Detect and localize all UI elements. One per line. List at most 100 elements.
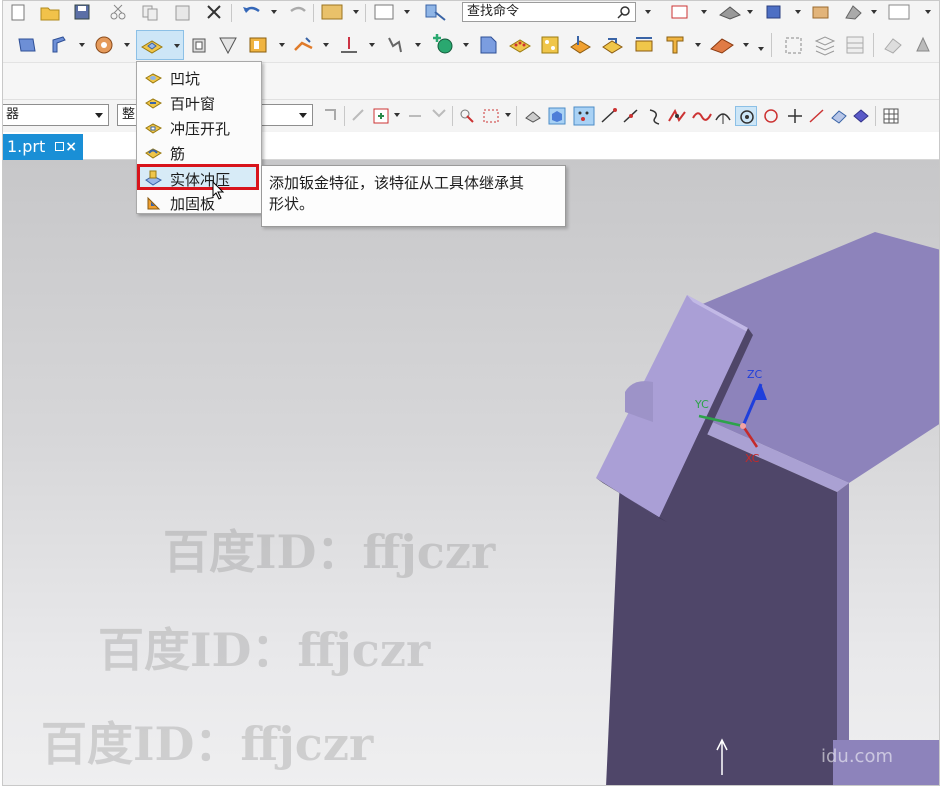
- snap-points-icon[interactable]: [573, 106, 595, 126]
- thicken-icon[interactable]: [632, 33, 656, 57]
- display-mode-icon[interactable]: [718, 3, 744, 21]
- existing-point-icon[interactable]: [785, 106, 805, 126]
- trim-body-icon[interactable]: [663, 33, 689, 57]
- point-icon[interactable]: [431, 32, 457, 58]
- tab-label: 1.prt: [7, 137, 46, 156]
- command-tooltip: 添加钣金特征，该特征从工具体继承其 形状。: [261, 165, 566, 227]
- intersection-point-icon[interactable]: [667, 106, 689, 126]
- watermark: 百度ID：ffjczr: [163, 525, 496, 579]
- selection-options-icon[interactable]: [321, 106, 341, 126]
- delete-icon[interactable]: [205, 3, 223, 21]
- corner-watermark: idu.com: [821, 746, 893, 767]
- shaded-view-icon[interactable]: [763, 3, 785, 21]
- pattern-icon[interactable]: [538, 33, 562, 57]
- save-icon[interactable]: [73, 3, 91, 21]
- follow-selection-icon[interactable]: [349, 106, 369, 126]
- tangent-point-icon[interactable]: [713, 106, 733, 126]
- grid-icon[interactable]: [881, 106, 901, 126]
- punch-dropdown-button[interactable]: [136, 30, 184, 60]
- menu-item-louver[interactable]: 百叶窗: [139, 90, 259, 114]
- window-icon[interactable]: [373, 3, 395, 21]
- rectangle-select-icon[interactable]: [481, 106, 501, 126]
- xc-axis-label: XC: [745, 452, 760, 465]
- redo-icon[interactable]: [287, 3, 309, 21]
- selection-filter-icon[interactable]: [669, 3, 691, 21]
- tab-icon[interactable]: [16, 35, 38, 55]
- louver-icon: [145, 98, 162, 109]
- quick-access-toolbar: 查找命令: [3, 1, 939, 27]
- blend-icon[interactable]: [708, 33, 736, 57]
- flange-icon[interactable]: [49, 34, 71, 56]
- type-filter-combo[interactable]: 器: [3, 104, 109, 126]
- visualization-icon[interactable]: [843, 3, 865, 21]
- copy-icon[interactable]: [140, 3, 160, 21]
- mirror-icon[interactable]: [568, 33, 594, 57]
- new-file-icon[interactable]: [9, 3, 27, 21]
- bead-icon: [145, 148, 162, 159]
- extrude-cut-icon[interactable]: [189, 34, 211, 56]
- repeat-command-icon[interactable]: [320, 2, 346, 22]
- tab-part-file[interactable]: 1.prt ×: [3, 134, 83, 160]
- curve-rules-icon[interactable]: [371, 106, 391, 126]
- menu-item-gusset[interactable]: 加固板: [139, 190, 259, 214]
- layer-icon[interactable]: [813, 33, 837, 57]
- highlight-box: [137, 164, 259, 190]
- open-folder-icon[interactable]: [39, 3, 61, 21]
- chevron-down-icon: [95, 113, 103, 118]
- corner-icon[interactable]: [217, 34, 239, 56]
- punch-feature-icon: [141, 40, 163, 54]
- cut-icon[interactable]: [108, 3, 128, 21]
- mouse-cursor-icon: [212, 181, 225, 200]
- flat-pattern-icon[interactable]: [337, 34, 361, 56]
- watermark: 百度ID：ffjczr: [41, 717, 374, 771]
- yc-axis-label: YC: [694, 398, 709, 411]
- menu-item-dimple[interactable]: 凹坑: [139, 65, 259, 89]
- drawn-cutout-icon: [145, 123, 162, 134]
- tooltip-text-line-2: 形状。: [269, 195, 315, 213]
- search-icon[interactable]: [617, 5, 631, 19]
- combine-icon[interactable]: [600, 33, 626, 57]
- end-point-icon[interactable]: [599, 106, 619, 126]
- command-search-input[interactable]: 查找命令: [462, 2, 636, 22]
- window-layout-icon[interactable]: [887, 3, 913, 21]
- point-on-curve-icon[interactable]: [807, 106, 827, 126]
- tooltip-text-line-1: 添加钣金特征，该特征从工具体继承其: [269, 174, 525, 192]
- arc-center-toggle[interactable]: [735, 106, 757, 126]
- command-finder-icon[interactable]: [423, 2, 449, 22]
- contour-flange-icon[interactable]: [93, 34, 115, 56]
- close-icon[interactable]: ×: [65, 134, 77, 160]
- table-icon[interactable]: [843, 33, 867, 57]
- spline-point-icon[interactable]: [691, 106, 713, 126]
- menu-item-bead[interactable]: 筋: [139, 140, 259, 164]
- gusset-icon: [147, 196, 161, 210]
- bounded-grid-icon[interactable]: [851, 106, 871, 126]
- path-select-icon[interactable]: [429, 106, 449, 126]
- stop-at-intersection-icon[interactable]: [405, 106, 425, 126]
- bend-icon[interactable]: [246, 33, 272, 57]
- convert-to-sheet-icon[interactable]: [477, 34, 499, 56]
- eraser-icon[interactable]: [881, 33, 905, 57]
- unbend-icon[interactable]: [292, 34, 316, 56]
- part-model[interactable]: ZC YC XC: [3, 160, 940, 786]
- type-filter-value: 器: [6, 107, 20, 122]
- dimple-icon: [145, 73, 162, 84]
- zc-axis-label: ZC: [747, 368, 763, 381]
- sheet-metal-toolbar: [3, 27, 939, 63]
- dock-icon[interactable]: [55, 142, 64, 151]
- weld-icon[interactable]: [911, 33, 937, 57]
- material-icon[interactable]: [810, 3, 832, 21]
- mid-point-icon[interactable]: [621, 106, 641, 126]
- paste-icon[interactable]: [173, 3, 193, 21]
- face-select-icon[interactable]: [523, 106, 543, 126]
- array-icon[interactable]: [508, 34, 532, 56]
- body-select-icon[interactable]: [547, 106, 567, 126]
- graphics-viewport[interactable]: ZC YC XC 百度ID：ffjczr 百度ID：ffjczr 百度ID：ff…: [3, 160, 940, 786]
- undo-icon[interactable]: [241, 3, 263, 21]
- select-all-icon[interactable]: [457, 106, 477, 126]
- control-point-icon[interactable]: [645, 106, 665, 126]
- rip-icon[interactable]: [383, 34, 407, 56]
- measure-icon[interactable]: [781, 33, 807, 57]
- quadrant-point-icon[interactable]: [761, 106, 781, 126]
- point-on-face-icon[interactable]: [829, 106, 849, 126]
- menu-item-drawn-cutout[interactable]: 冲压开孔: [139, 115, 259, 139]
